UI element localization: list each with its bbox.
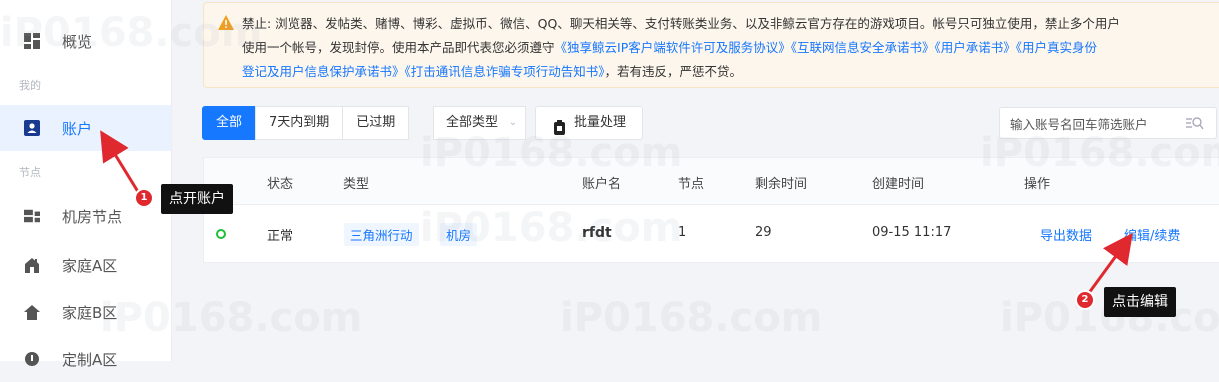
sidebar: 概览 我的 账户 节点 机房节点 家庭A区 家庭B区 定制A区 <box>0 0 172 369</box>
notice-line3: 登记及用户信息保护承诺书》《打击通讯信息诈骗专项行动告知书》，若有违反，严惩不贷… <box>242 60 1219 84</box>
warning-icon <box>218 14 234 38</box>
status-text: 正常 <box>267 229 294 244</box>
table-row: 正常 三角洲行动 机房 rfdt 1 29 09-15 11:17 导出数据 编… <box>204 205 1219 263</box>
remaining-time: 29 <box>755 225 772 240</box>
created-time: 09-15 11:17 <box>872 225 952 240</box>
batch-icon <box>554 116 565 148</box>
custom-icon <box>24 351 40 367</box>
table-header: 状态 类型 账户名 节点 剩余时间 创建时间 操作 <box>204 158 1219 205</box>
home-building-icon <box>24 257 40 273</box>
sidebar-item-overview[interactable]: 概览 <box>0 18 171 64</box>
notice-line1: 禁止: 浏览器、发帖类、赌博、博彩、虚拟币、微信、QQ、聊天相关等、支付转账类业… <box>242 16 1120 31</box>
real-identity-link[interactable]: 《用户真实身份 <box>1016 40 1097 55</box>
tab-expired[interactable]: 已过期 <box>342 106 410 140</box>
column-header-account: 账户名 <box>582 177 622 192</box>
section-label-mine: 我的 <box>19 79 41 92</box>
tab-expiring-7-days[interactable]: 7天内到期 <box>255 106 344 140</box>
sidebar-item-custom-a[interactable]: 定制A区 <box>0 336 171 382</box>
column-header-created: 创建时间 <box>872 177 925 192</box>
anti-fraud-notice-link[interactable]: 《打击通讯信息诈骗专项行动告知书》 <box>405 64 605 79</box>
type-tag-node: 机房 <box>440 223 478 246</box>
sidebar-item-label: 账户 <box>62 119 93 138</box>
sidebar-item-home-b[interactable]: 家庭B区 <box>0 289 171 335</box>
section-label-nodes: 节点 <box>19 166 41 179</box>
batch-process-label: 批量处理 <box>574 115 627 130</box>
column-header-remaining: 剩余时间 <box>755 177 808 192</box>
search-icon[interactable] <box>1186 116 1204 134</box>
house-icon <box>24 304 40 320</box>
watermark: iP0168.com <box>560 295 823 341</box>
notice-line2: 使用一个帐号，发现封停。使用本产品即代表您必须遵守《独享鲸云IP客户端软件许可及… <box>242 36 1219 60</box>
status-dot-icon <box>216 229 226 239</box>
sidebar-item-label: 概览 <box>62 32 93 51</box>
edit-renew-link[interactable]: 编辑/续费 <box>1124 225 1180 244</box>
account-search <box>999 107 1217 140</box>
column-header-nodes: 节点 <box>678 177 705 192</box>
export-data-link[interactable]: 导出数据 <box>1040 225 1092 244</box>
account-name: rfdt <box>582 225 612 241</box>
callout-open-account: 点开账户 <box>161 184 233 214</box>
column-header-status: 状态 <box>267 177 294 192</box>
server-room-icon <box>24 208 40 224</box>
filter-tabs: 全部 7天内到期 已过期 <box>202 106 410 140</box>
dashboard-icon <box>24 33 40 49</box>
callout-click-edit: 点击编辑 <box>1104 287 1176 317</box>
batch-process-button[interactable]: 批量处理 <box>535 106 643 140</box>
notice-banner: 禁止: 浏览器、发帖类、赌博、博彩、虚拟币、微信、QQ、聊天相关等、支付转账类业… <box>203 2 1219 88</box>
sidebar-item-label: 家庭B区 <box>62 303 118 322</box>
notice-text: ，若有违反，严惩不贷。 <box>604 64 743 79</box>
sidebar-item-account[interactable]: 账户 <box>0 105 171 151</box>
security-pledge-link[interactable]: 《互联网信息安全承诺书》 <box>791 40 935 55</box>
account-icon <box>24 120 40 136</box>
license-agreement-link[interactable]: 《独享鲸云IP客户端软件许可及服务协议》 <box>555 40 791 55</box>
node-count: 1 <box>678 225 687 240</box>
sidebar-item-home-a[interactable]: 家庭A区 <box>0 242 171 288</box>
chevron-down-icon: ⌄ <box>508 117 517 128</box>
type-select-value: 全部类型 <box>446 115 499 130</box>
step-badge-1: 1 <box>134 188 154 208</box>
type-tag-game: 三角洲行动 <box>344 223 419 246</box>
step-badge-2: 2 <box>1075 290 1095 310</box>
type-select[interactable]: 全部类型 ⌄ <box>433 106 526 140</box>
sidebar-item-label: 机房节点 <box>62 207 123 226</box>
search-input[interactable] <box>1000 108 1182 140</box>
user-pledge-link[interactable]: 《用户承诺书》 <box>935 40 1016 55</box>
column-header-type: 类型 <box>343 177 370 192</box>
accounts-table: 状态 类型 账户名 节点 剩余时间 创建时间 操作 正常 三角洲行动 机房 rf… <box>203 157 1219 263</box>
notice-text: 使用一个帐号，发现封停。使用本产品即代表您必须遵守 <box>242 40 555 55</box>
sidebar-item-label: 家庭A区 <box>62 256 118 275</box>
sidebar-item-label: 定制A区 <box>62 350 118 369</box>
tab-all[interactable]: 全部 <box>202 106 257 140</box>
column-header-actions: 操作 <box>1024 177 1051 192</box>
real-identity-link-cont[interactable]: 登记及用户信息保护承诺书》 <box>242 64 405 79</box>
